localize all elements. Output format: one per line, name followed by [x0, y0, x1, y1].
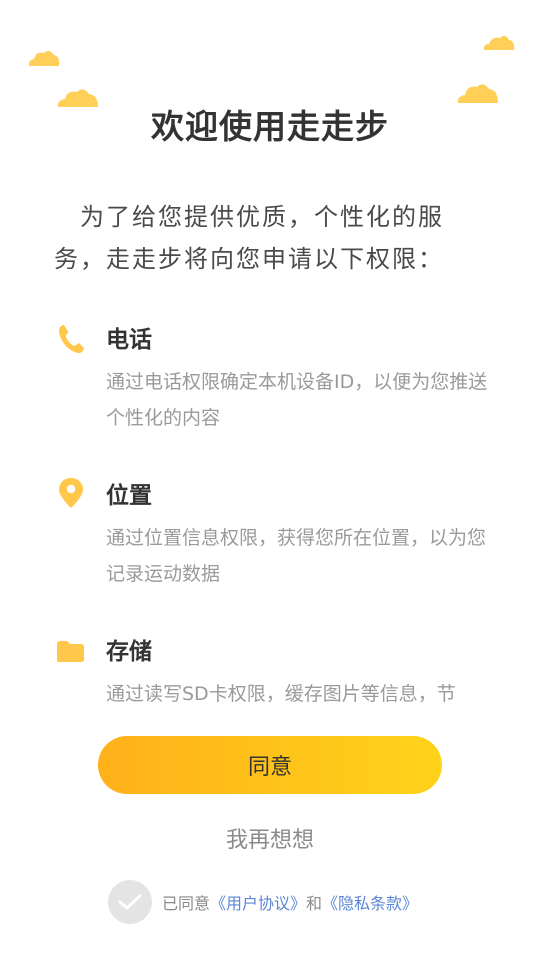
intro-text: 为了给您提供优质，个性化的服务，走走步将向您申请以下权限：	[54, 203, 444, 273]
consent-and: 和	[306, 894, 323, 913]
agree-button[interactable]: 同意	[98, 736, 442, 794]
cloud-decoration-top-left	[28, 50, 60, 66]
consent-prefix: 已同意	[162, 894, 211, 913]
permission-description: 通过读写SD卡权限，缓存图片等信息，节	[106, 683, 456, 702]
consent-text: 已同意《用户协议》和《隐私条款》	[162, 890, 418, 914]
permissions-list[interactable]: 电话 通过电话权限确定本机设备ID，以便为您推送个性化的内容 位置 通过位置信息…	[0, 310, 540, 702]
cloud-decoration-top-right	[483, 35, 515, 50]
location-pin-icon	[59, 478, 83, 508]
permission-description: 通过位置信息权限，获得您所在位置，以为您记录运动数据	[106, 527, 487, 585]
permission-title: 位置	[106, 483, 152, 509]
consent-checkbox[interactable]	[108, 880, 152, 924]
permission-title: 存储	[106, 639, 152, 665]
page-title: 欢迎使用走走步	[151, 107, 389, 146]
consent-row: 已同意《用户协议》和《隐私条款》	[108, 880, 418, 924]
privacy-policy-link[interactable]: 《隐私条款》	[322, 894, 418, 913]
checkmark-icon	[118, 894, 142, 910]
permission-description: 通过电话权限确定本机设备ID，以便为您推送个性化的内容	[106, 371, 488, 429]
phone-icon	[59, 325, 84, 354]
user-agreement-link[interactable]: 《用户协议》	[210, 894, 306, 913]
folder-icon	[57, 641, 84, 662]
reconsider-button[interactable]: 我再想想	[0, 822, 540, 854]
permission-title: 电话	[106, 327, 152, 353]
